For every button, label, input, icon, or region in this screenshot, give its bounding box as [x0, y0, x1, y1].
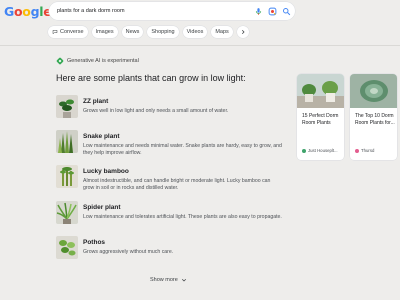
logo-letter: G [4, 4, 14, 19]
plant-description: Grows well in low light and only needs a… [83, 108, 229, 114]
zz-plant-image[interactable] [56, 95, 78, 118]
ai-heading: Here are some plants that can grow in lo… [56, 73, 246, 83]
source-card[interactable]: The Top 10 Dorm Room Plants for... Thurs… [350, 74, 397, 160]
source-favicon-icon [302, 148, 306, 153]
plant-description: Grows aggressively without much care. [83, 249, 174, 255]
card-source: Just Houseplt... [302, 148, 338, 153]
logo-letter: o [22, 4, 31, 19]
card-image [350, 74, 397, 108]
logo-letter: g [30, 4, 40, 19]
generative-ai-label: Generative AI is experimental [56, 57, 139, 65]
tab-shopping[interactable]: Shopping [147, 26, 179, 38]
show-more-button[interactable]: Show more [150, 277, 187, 283]
lucky-bamboo-image[interactable] [56, 165, 78, 188]
tab-converse[interactable]: Converse [48, 26, 88, 38]
source-favicon-icon [355, 148, 359, 153]
converse-icon [52, 30, 58, 35]
card-image [297, 74, 344, 108]
tabs-more-button[interactable] [236, 26, 249, 38]
tab-images[interactable]: Images [91, 26, 118, 38]
microphone-icon[interactable] [254, 7, 263, 16]
plant-description: Almost indestructible, and can handle br… [83, 178, 271, 191]
generative-ai-label-text: Generative AI is experimental [67, 58, 139, 64]
card-source-name: Thursd [361, 148, 375, 153]
header-divider [0, 45, 400, 46]
lens-icon[interactable] [268, 7, 277, 16]
sparkle-icon [56, 57, 64, 65]
tab-maps[interactable]: Maps [211, 26, 233, 38]
pothos-image[interactable] [56, 236, 78, 259]
search-tabs: Converse Images News Shopping Videos Map… [48, 26, 249, 38]
tab-videos[interactable]: Videos [182, 26, 208, 38]
snake-plant-image[interactable] [56, 130, 78, 153]
search-results-page: Google Converse Images News Shopping Vid… [0, 0, 400, 300]
plant-description: Low maintenance and tolerates artificial… [83, 214, 282, 220]
tab-news[interactable]: News [121, 26, 144, 38]
chevron-right-icon [241, 29, 245, 35]
google-logo[interactable]: Google [4, 4, 52, 19]
plant-description: Low maintenance and needs minimal water.… [83, 143, 282, 156]
source-card[interactable]: 15 Perfect Dorm Room Plants Just Housepl… [297, 74, 344, 160]
tab-label: Converse [60, 29, 84, 35]
plant-name: Lucky bamboo [83, 168, 129, 175]
tab-label: Images [95, 29, 114, 35]
plant-name: Snake plant [83, 133, 120, 140]
card-source: Thursd [355, 148, 374, 153]
tab-label: News [125, 29, 140, 35]
search-icons [254, 5, 291, 17]
show-more-label: Show more [150, 277, 178, 283]
tab-label: Shopping [151, 29, 175, 35]
card-source-name: Just Houseplt... [308, 148, 338, 153]
plant-name: Spider plant [83, 204, 121, 211]
chevron-down-icon [181, 278, 186, 282]
tab-label: Maps [215, 29, 229, 35]
card-title: The Top 10 Dorm Room Plants for... [355, 113, 395, 126]
plant-name: Pothos [83, 239, 106, 246]
spider-plant-image[interactable] [56, 201, 78, 224]
search-box[interactable] [49, 2, 295, 20]
tab-label: Videos [186, 29, 204, 35]
card-title: 15 Perfect Dorm Room Plants [302, 113, 339, 126]
search-icon[interactable] [282, 7, 291, 16]
plant-name: ZZ plant [83, 98, 109, 105]
search-input[interactable] [57, 2, 247, 20]
